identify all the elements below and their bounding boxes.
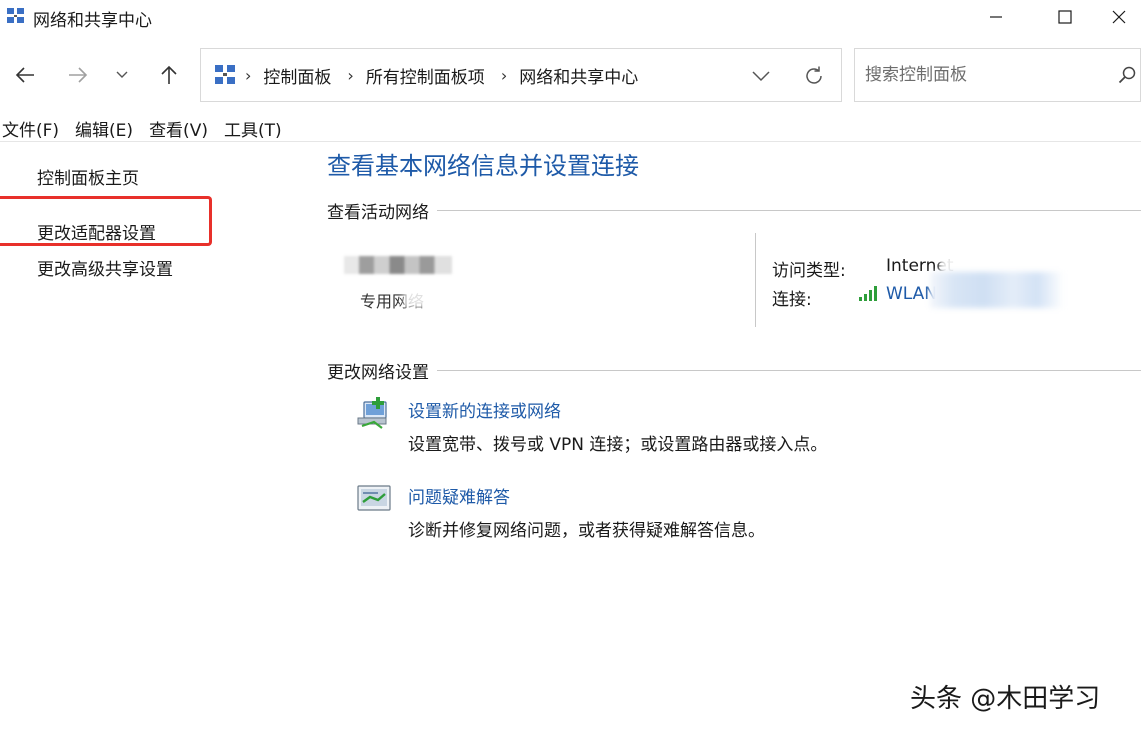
setup-connection-description: 设置宽带、拨号或 VPN 连接；或设置路由器或接入点。 [408, 435, 828, 455]
troubleshoot-icon [357, 485, 391, 511]
menu-edit[interactable]: 编辑(E) [73, 114, 141, 142]
recent-locations-button[interactable] [112, 60, 132, 90]
section-divider [437, 210, 1141, 211]
menu-file[interactable]: 文件(F) [0, 114, 67, 142]
section-title: 更改网络设置 [327, 363, 429, 383]
close-icon [1112, 10, 1126, 24]
redaction-blur [930, 272, 1064, 308]
arrow-left-icon [15, 67, 34, 83]
breadcrumb-separator: › [245, 66, 252, 85]
menu-view[interactable]: 查看(V) [147, 114, 216, 142]
search-box[interactable] [854, 48, 1141, 102]
network-center-icon [7, 8, 24, 23]
address-bar[interactable]: › 控制面板 › 所有控制面板项 › 网络和共享中心 [200, 48, 842, 102]
minimize-button[interactable] [973, 0, 1019, 34]
setup-connection-link[interactable]: 设置新的连接或网络 [408, 397, 561, 422]
chevron-down-icon [116, 71, 128, 78]
redaction-blur [404, 286, 444, 308]
watermark: 头条 @木田学习 [910, 684, 1101, 714]
up-button[interactable] [154, 60, 184, 90]
section-title: 查看活动网络 [327, 203, 429, 223]
troubleshoot-description: 诊断并修复网络问题，或者获得疑难解答信息。 [408, 521, 765, 541]
minimize-icon [990, 16, 1002, 18]
arrow-right-icon [69, 67, 88, 83]
chevron-down-icon [752, 71, 770, 82]
breadcrumb-item-control-panel[interactable]: 控制面板 [263, 63, 331, 88]
menu-bar: 文件(F) 编辑(E) 查看(V) 工具(T) [0, 114, 296, 142]
change-settings-section: 更改网络设置 [327, 358, 1141, 383]
connection-label: 连接: [772, 290, 812, 310]
back-button[interactable] [10, 60, 40, 90]
network-name-redacted [344, 256, 452, 274]
search-input[interactable] [865, 63, 1105, 87]
main-content: 查看基本网络信息并设置连接 查看活动网络 专用网络 访问类型: Internet… [300, 142, 1141, 732]
search-icon[interactable] [1117, 65, 1137, 85]
breadcrumb-separator: › [347, 66, 354, 85]
section-divider [437, 370, 1141, 371]
page-title: 查看基本网络信息并设置连接 [327, 152, 639, 180]
forward-button[interactable] [63, 60, 93, 90]
vertical-divider [755, 233, 756, 327]
sidebar-item-home[interactable]: 控制面板主页 [37, 164, 139, 189]
address-history-button[interactable] [749, 64, 773, 88]
arrow-up-icon [161, 65, 177, 84]
refresh-button[interactable] [801, 63, 827, 89]
new-connection-icon [357, 397, 387, 429]
close-button[interactable] [1096, 0, 1141, 34]
sidebar: 控制面板主页 更改适配器设置 更改高级共享设置 [0, 142, 300, 732]
maximize-icon [1058, 10, 1072, 24]
navigation-bar: › 控制面板 › 所有控制面板项 › 网络和共享中心 [0, 48, 1141, 102]
troubleshoot-link[interactable]: 问题疑难解答 [408, 483, 510, 508]
access-type-label: 访问类型: [772, 261, 846, 281]
breadcrumb-item-all-items[interactable]: 所有控制面板项 [366, 63, 485, 88]
menu-tools[interactable]: 工具(T) [222, 114, 290, 142]
title-bar: 网络和共享中心 [0, 0, 1141, 34]
sidebar-item-adapter-settings[interactable]: 更改适配器设置 [37, 219, 156, 244]
breadcrumb-separator: › [500, 66, 508, 85]
refresh-icon [806, 66, 822, 84]
active-networks-section: 查看活动网络 [327, 198, 1141, 223]
window-title: 网络和共享中心 [33, 11, 152, 31]
breadcrumb-item-network-center[interactable]: 网络和共享中心 [519, 63, 638, 88]
wifi-signal-icon [859, 286, 877, 301]
breadcrumb: › 控制面板 › 所有控制面板项 › 网络和共享中心 [245, 63, 654, 88]
maximize-button[interactable] [1042, 0, 1088, 34]
control-panel-icon [215, 65, 235, 84]
sidebar-item-advanced-sharing[interactable]: 更改高级共享设置 [37, 255, 173, 280]
